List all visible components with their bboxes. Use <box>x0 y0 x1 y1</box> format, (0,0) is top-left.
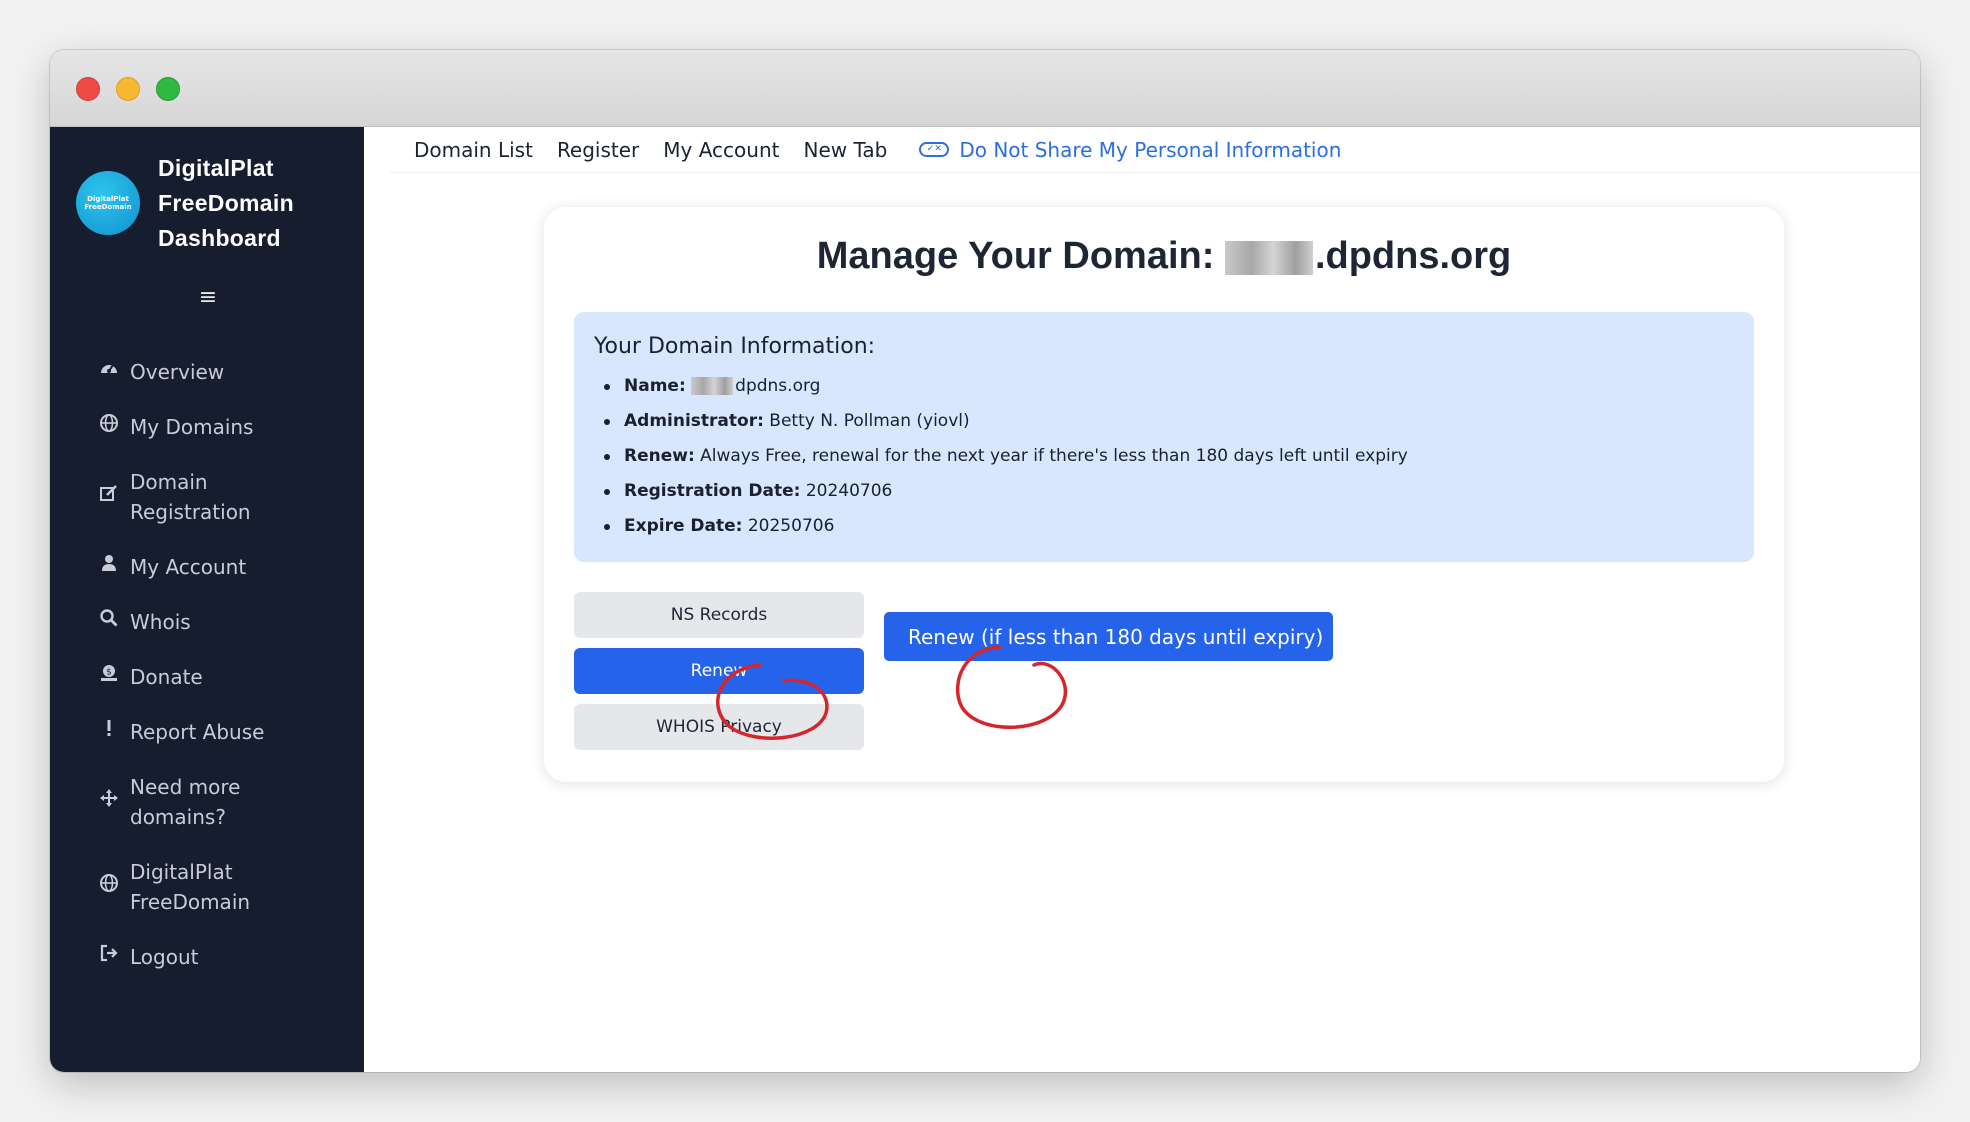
action-buttons: NS Records Renew WHOIS Privacy <box>574 592 864 760</box>
redacted-name <box>691 377 734 395</box>
redacted-domain <box>1224 240 1313 275</box>
info-list: Name: dpdns.org Administrator: Betty N. … <box>594 369 1734 544</box>
topnav-new-tab[interactable]: New Tab <box>791 138 899 162</box>
privacy-link-label: Do Not Share My Personal Information <box>959 137 1342 162</box>
hamburger-icon[interactable]: ≡ <box>197 287 219 309</box>
privacy-link[interactable]: ✓✕ Do Not Share My Personal Information <box>899 138 1341 162</box>
move-arrows-icon <box>94 787 124 817</box>
search-icon <box>94 607 124 637</box>
title-bar <box>50 50 1920 127</box>
info-heading: Your Domain Information: <box>594 334 876 359</box>
brand-line-3: Dashboard <box>158 225 281 251</box>
sidebar-item-label: DigitalPlat FreeDomain <box>130 860 251 914</box>
info-expire-date: Expire Date: 20250706 <box>604 509 1734 544</box>
info-administrator: Administrator: Betty N. Pollman (yiovl) <box>604 404 1734 439</box>
dashboard-gauge-icon <box>94 357 124 387</box>
svg-text:$: $ <box>106 668 112 678</box>
topnav-register[interactable]: Register <box>545 138 651 162</box>
info-value: Always Free, renewal for the next year i… <box>700 446 1408 466</box>
close-window-button[interactable] <box>76 77 100 101</box>
user-icon <box>94 552 124 582</box>
sidebar-item-my-account[interactable]: My Account <box>94 552 354 582</box>
sidebar-item-overview[interactable]: Overview <box>94 357 354 387</box>
info-label: Registration Date: <box>624 481 801 501</box>
globe-icon <box>94 412 124 442</box>
globe-icon <box>94 872 124 902</box>
sidebar-nav: Overview My Domains Domain Registration … <box>94 357 354 997</box>
brand[interactable]: DigitalPlat FreeDomain DigitalPlat FreeD… <box>76 151 356 255</box>
logo-text-bottom: FreeDomain <box>84 203 132 211</box>
sidebar-item-digitalplat-freedomain[interactable]: DigitalPlat FreeDomain <box>94 857 354 917</box>
brand-line-1: DigitalPlat <box>158 155 274 181</box>
sidebar-item-need-more-domains[interactable]: Need more domains? <box>94 772 354 832</box>
brand-name: DigitalPlat FreeDomain Dashboard <box>158 151 358 256</box>
topnav-domain-list[interactable]: Domain List <box>390 138 545 162</box>
domain-info-box: Your Domain Information: Name: dpdns.org… <box>574 312 1754 562</box>
minimize-window-button[interactable] <box>116 77 140 101</box>
info-renew: Renew: Always Free, renewal for the next… <box>604 439 1734 474</box>
sidebar-item-my-domains[interactable]: My Domains <box>94 412 354 442</box>
info-value: Betty N. Pollman (yiovl) <box>769 411 970 431</box>
info-name: Name: dpdns.org <box>604 369 1734 404</box>
sidebar-item-label: Need more domains? <box>130 775 241 829</box>
renew-if-expiring-button[interactable]: Renew (if less than 180 days until expir… <box>884 612 1333 661</box>
topnav-my-account[interactable]: My Account <box>651 138 791 162</box>
ns-records-button[interactable]: NS Records <box>574 592 864 638</box>
browser-window: DigitalPlat FreeDomain DigitalPlat FreeD… <box>50 50 1920 1072</box>
page-title: Manage Your Domain: .dpdns.org <box>544 235 1784 278</box>
logo-text-top: DigitalPlat <box>87 195 129 203</box>
main-content: Domain List Register My Account New Tab … <box>364 127 1920 1072</box>
sidebar-item-label: Overview <box>130 360 225 384</box>
info-value: 20250706 <box>747 516 835 536</box>
renew-button[interactable]: Renew <box>574 648 864 694</box>
sidebar-item-label: Report Abuse <box>130 720 265 744</box>
domain-card: Manage Your Domain: .dpdns.org Your Doma… <box>544 207 1784 782</box>
sidebar-item-label: Logout <box>130 945 199 969</box>
donate-icon: $ <box>94 662 124 692</box>
brand-logo-icon: DigitalPlat FreeDomain <box>76 171 140 235</box>
sidebar-item-donate[interactable]: $ Donate <box>94 662 354 692</box>
logout-icon <box>94 942 124 972</box>
sidebar-item-domain-registration[interactable]: Domain Registration <box>94 467 354 527</box>
edit-icon <box>94 482 124 512</box>
title-prefix: Manage Your Domain: <box>816 235 1215 277</box>
info-value: 20240706 <box>805 481 893 501</box>
privacy-toggle-icon: ✓✕ <box>919 142 950 157</box>
sidebar-item-label: Whois <box>130 610 191 634</box>
info-registration-date: Registration Date: 20240706 <box>604 474 1734 509</box>
sidebar-item-label: Donate <box>130 665 203 689</box>
info-value: dpdns.org <box>735 376 821 396</box>
sidebar-item-logout[interactable]: Logout <box>94 942 354 972</box>
sidebar-item-whois[interactable]: Whois <box>94 607 354 637</box>
whois-privacy-button[interactable]: WHOIS Privacy <box>574 704 864 750</box>
sidebar: DigitalPlat FreeDomain DigitalPlat FreeD… <box>50 127 364 1072</box>
exclamation-icon <box>94 717 124 747</box>
brand-line-2: FreeDomain <box>158 190 294 216</box>
info-label: Renew: <box>624 446 695 466</box>
title-domain-suffix: .dpdns.org <box>1314 235 1512 277</box>
top-navigation: Domain List Register My Account New Tab … <box>390 127 1920 173</box>
zoom-window-button[interactable] <box>156 77 180 101</box>
sidebar-item-label: Domain Registration <box>130 470 251 524</box>
info-label: Name: <box>624 376 686 396</box>
sidebar-item-label: My Domains <box>130 415 254 439</box>
info-label: Expire Date: <box>624 516 743 536</box>
sidebar-item-label: My Account <box>130 555 247 579</box>
sidebar-item-report-abuse[interactable]: Report Abuse <box>94 717 354 747</box>
info-label: Administrator: <box>624 411 764 431</box>
